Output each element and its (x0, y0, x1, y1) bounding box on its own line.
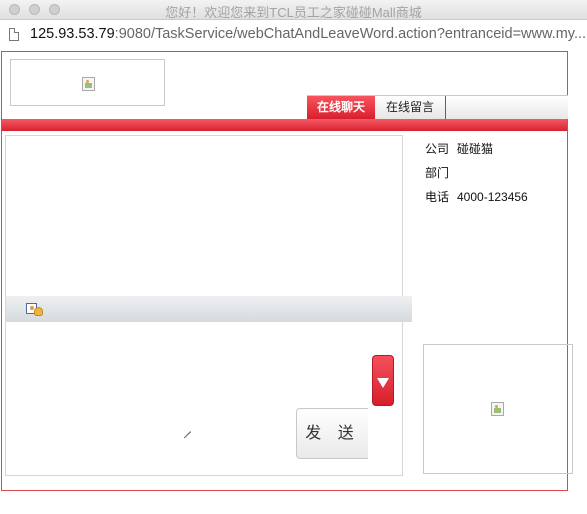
scroll-down-button[interactable] (372, 355, 394, 406)
url-text[interactable]: 125.93.53.79:9080/TaskService/webChatAnd… (30, 26, 586, 42)
info-department: 部门 (425, 164, 457, 181)
document-icon (9, 28, 19, 41)
send-button[interactable]: 发 送 (296, 408, 368, 459)
chat-toolbar (6, 296, 412, 322)
address-bar[interactable]: 125.93.53.79:9080/TaskService/webChatAnd… (0, 20, 587, 50)
chat-history-area (6, 136, 402, 296)
logo-image (10, 59, 165, 106)
arrow-down-icon (377, 378, 389, 388)
message-input-area[interactable] (6, 324, 296, 434)
phone-value: 4000-123456 (457, 190, 528, 204)
header-red-bar (2, 119, 567, 131)
tab-leave-message[interactable]: 在线留言 (375, 96, 446, 119)
resize-grip-icon[interactable] (183, 424, 191, 432)
url-path: :9080/TaskService/webChatAndLeaveWord.ac… (114, 26, 587, 42)
company-label: 公司 (425, 142, 450, 156)
emoji-icon[interactable] (26, 303, 44, 316)
url-host: 125.93.53.79 (30, 26, 115, 42)
window-titlebar: 您好！欢迎您来到TCL员工之家碰碰Mall商城 (0, 0, 587, 20)
company-value: 碰碰猫 (457, 142, 494, 156)
department-label: 部门 (425, 166, 450, 180)
broken-image-icon (82, 77, 95, 91)
ad-image (423, 344, 573, 474)
broken-image-icon (491, 402, 504, 416)
phone-label: 电话 (425, 190, 450, 204)
window-title: 您好！欢迎您来到TCL员工之家碰碰Mall商城 (165, 5, 422, 20)
tab-online-chat[interactable]: 在线聊天 (307, 96, 375, 119)
info-phone: 电话 4000-123456 (425, 188, 528, 205)
tab-strip: 在线聊天 在线留言 (307, 95, 568, 119)
info-company: 公司 碰碰猫 (425, 140, 493, 157)
